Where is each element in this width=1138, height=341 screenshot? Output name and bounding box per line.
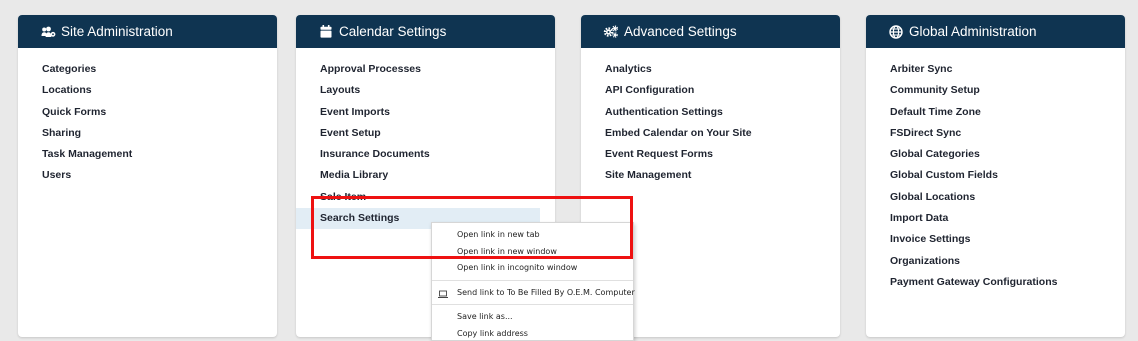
- link-list: Categories Locations Quick Forms Sharing…: [18, 48, 277, 187]
- card-header: Advanced Settings: [581, 15, 840, 48]
- users-cog-icon: [40, 24, 56, 40]
- card-title: Global Administration: [909, 24, 1037, 39]
- card-title: Calendar Settings: [339, 24, 447, 39]
- link-sale-item[interactable]: Sale Item: [296, 187, 555, 208]
- link-global-locations[interactable]: Global Locations: [866, 187, 1125, 208]
- link-embed-calendar[interactable]: Embed Calendar on Your Site: [581, 123, 840, 144]
- link-users[interactable]: Users: [18, 165, 277, 186]
- context-menu: Open link in new tab Open link in new wi…: [431, 222, 635, 341]
- card-header: Site Administration: [18, 15, 277, 48]
- ctx-open-incognito[interactable]: Open link in incognito window: [432, 260, 633, 277]
- globe-icon: [888, 24, 904, 40]
- link-arbiter-sync[interactable]: Arbiter Sync: [866, 59, 1125, 80]
- link-list: Approval Processes Layouts Event Imports…: [296, 48, 555, 230]
- global-administration-card: Global Administration Arbiter Sync Commu…: [866, 15, 1125, 337]
- ctx-send-link-to-device[interactable]: Send link to To Be Filled By O.E.M. Comp…: [432, 285, 635, 302]
- card-title: Site Administration: [61, 24, 173, 39]
- link-analytics[interactable]: Analytics: [581, 59, 840, 80]
- link-quick-forms[interactable]: Quick Forms: [18, 102, 277, 123]
- link-layouts[interactable]: Layouts: [296, 80, 555, 101]
- link-authentication-settings[interactable]: Authentication Settings: [581, 102, 840, 123]
- link-api-configuration[interactable]: API Configuration: [581, 80, 840, 101]
- link-event-setup[interactable]: Event Setup: [296, 123, 555, 144]
- link-categories[interactable]: Categories: [18, 59, 277, 80]
- card-header: Global Administration: [866, 15, 1125, 48]
- link-payment-gateway-configurations[interactable]: Payment Gateway Configurations: [866, 272, 1125, 293]
- link-community-setup[interactable]: Community Setup: [866, 80, 1125, 101]
- link-site-management[interactable]: Site Management: [581, 165, 840, 186]
- card-header: Calendar Settings: [296, 15, 555, 48]
- menu-divider: [432, 279, 633, 281]
- link-approval-processes[interactable]: Approval Processes: [296, 59, 555, 80]
- link-insurance-documents[interactable]: Insurance Documents: [296, 144, 555, 165]
- link-list: Analytics API Configuration Authenticati…: [581, 48, 840, 187]
- ctx-save-link-as[interactable]: Save link as...: [432, 309, 633, 326]
- link-fsdirect-sync[interactable]: FSDirect Sync: [866, 123, 1125, 144]
- card-title: Advanced Settings: [624, 24, 737, 39]
- cogs-icon: [603, 24, 619, 40]
- link-locations[interactable]: Locations: [18, 80, 277, 101]
- site-administration-card: Site Administration Categories Locations…: [18, 15, 277, 337]
- calendar-icon: [318, 24, 334, 40]
- link-organizations[interactable]: Organizations: [866, 251, 1125, 272]
- link-event-request-forms[interactable]: Event Request Forms: [581, 144, 840, 165]
- ctx-open-new-tab[interactable]: Open link in new tab: [432, 227, 633, 244]
- ctx-open-new-window[interactable]: Open link in new window: [432, 244, 633, 261]
- ctx-copy-link-address[interactable]: Copy link address: [432, 326, 633, 341]
- link-task-management[interactable]: Task Management: [18, 144, 277, 165]
- laptop-icon: [438, 289, 448, 298]
- link-global-custom-fields[interactable]: Global Custom Fields: [866, 165, 1125, 186]
- menu-divider: [432, 304, 633, 305]
- ctx-send-link-label: Send link to To Be Filled By O.E.M. Comp…: [457, 287, 635, 297]
- link-sharing[interactable]: Sharing: [18, 123, 277, 144]
- link-list: Arbiter Sync Community Setup Default Tim…: [866, 48, 1125, 293]
- link-media-library[interactable]: Media Library: [296, 165, 555, 186]
- link-default-time-zone[interactable]: Default Time Zone: [866, 102, 1125, 123]
- link-global-categories[interactable]: Global Categories: [866, 144, 1125, 165]
- link-invoice-settings[interactable]: Invoice Settings: [866, 229, 1125, 250]
- link-event-imports[interactable]: Event Imports: [296, 102, 555, 123]
- link-import-data[interactable]: Import Data: [866, 208, 1125, 229]
